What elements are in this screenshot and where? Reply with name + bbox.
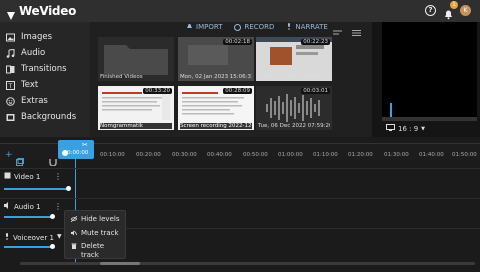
transitions-icon xyxy=(6,65,15,74)
help-icon[interactable]: ? xyxy=(425,5,436,16)
sidebar-item-label: Images xyxy=(21,32,53,42)
volume-slider-knob[interactable] xyxy=(50,244,55,249)
sidebar-item-backgrounds[interactable]: Backgrounds xyxy=(6,110,76,124)
volume-slider[interactable] xyxy=(4,246,52,248)
timeline-tick: 00:30:00 xyxy=(172,152,197,158)
chevron-down-icon: ▼ xyxy=(421,125,426,132)
volume-slider-knob[interactable] xyxy=(66,186,71,191)
media-item[interactable]: 00:03:01 Tue, 06 Dec 2022 07:59:20 GMT xyxy=(256,86,332,130)
timeline-scrollbar-thumb[interactable] xyxy=(100,262,140,265)
film-icon xyxy=(4,172,11,181)
sidebar-item-label: Extras xyxy=(21,96,48,106)
sidebar-item-label: Backgrounds xyxy=(21,112,77,122)
menu-item-mute-track[interactable]: Mute track xyxy=(71,229,119,237)
timeline-tick: 01:50:00 xyxy=(452,152,477,158)
track-context-menu: Hide levels Mute track Delete track xyxy=(64,210,126,259)
eye-off-icon xyxy=(70,215,78,223)
menu-icon[interactable] xyxy=(352,22,361,36)
volume-slider[interactable] xyxy=(4,216,52,218)
sidebar-item-transitions[interactable]: Transitions xyxy=(6,62,67,76)
track-options-icon[interactable]: ⋮ xyxy=(54,202,62,211)
timeline-tick: 01:00:00 xyxy=(278,152,303,158)
timeline-tick: 00:50:00 xyxy=(243,152,268,158)
timeline-tick: 01:30:00 xyxy=(384,152,409,158)
timeline-tick: 00:20:00 xyxy=(136,152,161,158)
timeline-scrollbar[interactable] xyxy=(20,262,475,265)
backgrounds-icon xyxy=(6,113,15,122)
track-options-icon[interactable]: ⋮ xyxy=(54,172,62,181)
record-button[interactable]: RECORD xyxy=(234,23,274,31)
preview-scrubber[interactable] xyxy=(382,103,477,121)
volume-slider[interactable] xyxy=(4,188,68,190)
chevron-down-icon[interactable]: ▼ xyxy=(57,233,62,240)
record-icon xyxy=(234,23,242,31)
svg-text:T: T xyxy=(8,83,13,90)
split-icon[interactable]: ✂ xyxy=(82,141,88,149)
media-sidebar: Images Audio Transitions T Text Extras B… xyxy=(0,22,90,137)
media-item[interactable]: 00:22:23 2022-12-14 at 13:58:30 Screen xyxy=(256,37,332,81)
wevideo-logo-icon xyxy=(6,6,16,20)
avatar[interactable]: K xyxy=(460,5,471,16)
microphone-icon xyxy=(286,22,292,32)
speaker-icon xyxy=(4,202,11,211)
timeline-tick: 01:40:00 xyxy=(419,152,444,158)
narrate-button[interactable]: NARRATE xyxy=(286,22,328,32)
wevideo-logo[interactable]: WeVideo xyxy=(6,3,77,20)
sidebar-item-label: Transitions xyxy=(21,64,67,74)
import-button[interactable]: IMPORT xyxy=(186,23,222,32)
timeline-tick: 01:20:00 xyxy=(348,152,373,158)
sidebar-item-label: Audio xyxy=(21,48,46,58)
sort-icon[interactable] xyxy=(333,22,342,35)
track-row-video-1[interactable] xyxy=(0,168,480,198)
media-item[interactable]: Finished Videos xyxy=(98,37,174,81)
add-track-icon[interactable]: + xyxy=(5,150,13,160)
mute-icon xyxy=(71,230,78,236)
track-label-audio-1: Audio 1 xyxy=(4,202,41,211)
upload-icon xyxy=(186,23,193,32)
sidebar-item-label: Text xyxy=(21,80,39,90)
text-icon: T xyxy=(6,80,15,90)
aspect-ratio-select[interactable]: 16 : 9 ▼ xyxy=(386,124,425,133)
timeline-tick: 00:40:00 xyxy=(207,152,232,158)
menu-item-hide-levels[interactable]: Hide levels xyxy=(70,215,119,223)
playhead-handle[interactable]: ✂ 00:00:00 xyxy=(58,140,94,159)
image-icon xyxy=(6,33,15,42)
track-label-video-1: Video 1 xyxy=(4,172,40,181)
timeline-tick: 01:10:00 xyxy=(313,152,338,158)
sidebar-item-audio[interactable]: Audio xyxy=(6,46,45,60)
volume-slider-knob[interactable] xyxy=(50,214,55,219)
preview-panel: 16 : 9 ▼ xyxy=(372,22,480,137)
media-toolbar: IMPORT RECORD NARRATE xyxy=(186,22,328,32)
media-item[interactable]: 00:02:18 Mon, 02 Jan 2023 15:06:31 GMT xyxy=(178,37,254,81)
track-label-voiceover-1: Voiceover 1 xyxy=(4,233,54,242)
sidebar-item-images[interactable]: Images xyxy=(6,30,52,44)
menu-item-delete-track[interactable]: Delete track xyxy=(71,242,119,260)
notification-badge: 1 xyxy=(450,1,458,9)
video-preview[interactable] xyxy=(382,22,477,117)
sidebar-item-text[interactable]: T Text xyxy=(6,78,38,92)
sidebar-item-extras[interactable]: Extras xyxy=(6,94,48,108)
trash-icon xyxy=(71,243,77,249)
microphone-icon xyxy=(4,233,10,242)
timeline-tick: 00:10:00 xyxy=(100,152,125,158)
media-item[interactable]: 00:28:09 Screen recording 2022-12-07 1 xyxy=(178,86,254,130)
media-library-panel: IMPORT RECORD NARRATE Finished Videos 00… xyxy=(90,22,376,137)
playhead-time: 00:00:00 xyxy=(63,150,89,156)
monitor-icon xyxy=(386,124,395,133)
extras-icon xyxy=(6,96,15,106)
music-note-icon xyxy=(6,48,15,58)
logo-text: WeVideo xyxy=(19,4,77,18)
media-item[interactable]: 00:33:20 Nomgrammatik xyxy=(98,86,174,130)
